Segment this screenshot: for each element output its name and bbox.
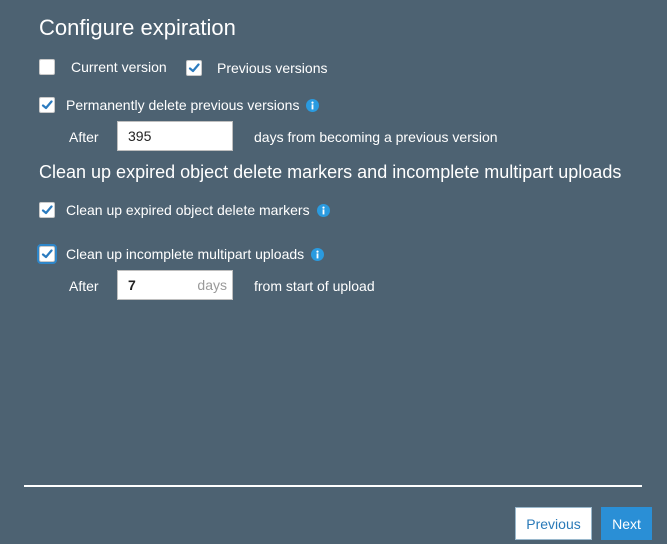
noncurrent-days-value: 395 [128, 128, 152, 144]
info-icon[interactable] [311, 247, 325, 261]
previous-versions-checkbox[interactable] [186, 60, 202, 76]
delete-markers-row[interactable]: Clean up expired object delete markers [39, 202, 330, 218]
delete-markers-checkbox[interactable] [39, 202, 55, 218]
multipart-days-input[interactable]: 7 days [117, 270, 233, 300]
after-label: After [69, 278, 99, 294]
noncurrent-days-input[interactable]: 395 [117, 121, 233, 151]
checkmark-icon [41, 100, 53, 110]
previous-button[interactable]: Previous [515, 507, 592, 540]
delete-markers-label: Clean up expired object delete markers [66, 202, 310, 218]
next-button[interactable]: Next [601, 507, 652, 540]
after-label: After [69, 129, 99, 145]
info-icon[interactable] [316, 203, 330, 217]
previous-versions-row[interactable]: Previous versions [186, 60, 328, 76]
permanently-delete-label: Permanently delete previous versions [66, 97, 300, 113]
cleanup-section-title: Clean up expired object delete markers a… [39, 162, 622, 182]
permanently-delete-row[interactable]: Permanently delete previous versions [39, 97, 320, 113]
multipart-days-value: 7 [128, 277, 136, 293]
info-icon[interactable] [306, 98, 320, 112]
multipart-row[interactable]: Clean up incomplete multipart uploads [37, 244, 325, 264]
current-version-row[interactable]: Current version [39, 59, 167, 75]
checkmark-icon [41, 249, 53, 259]
current-version-checkbox[interactable] [39, 59, 55, 75]
days-unit-suffix: days [197, 277, 227, 293]
multipart-label: Clean up incomplete multipart uploads [66, 246, 305, 262]
multipart-checkbox[interactable] [37, 244, 57, 264]
previous-versions-label: Previous versions [217, 60, 328, 76]
from-start-text: from start of upload [254, 278, 375, 294]
checkmark-icon [188, 63, 200, 73]
current-version-label: Current version [71, 59, 167, 75]
configure-expiration-page: Configure expiration Current version Pre… [0, 0, 667, 544]
footer-divider [24, 485, 642, 487]
days-from-previous-text: days from becoming a previous version [254, 129, 498, 145]
permanently-delete-checkbox[interactable] [39, 97, 55, 113]
page-title: Configure expiration [39, 15, 236, 40]
checkmark-icon [41, 205, 53, 215]
